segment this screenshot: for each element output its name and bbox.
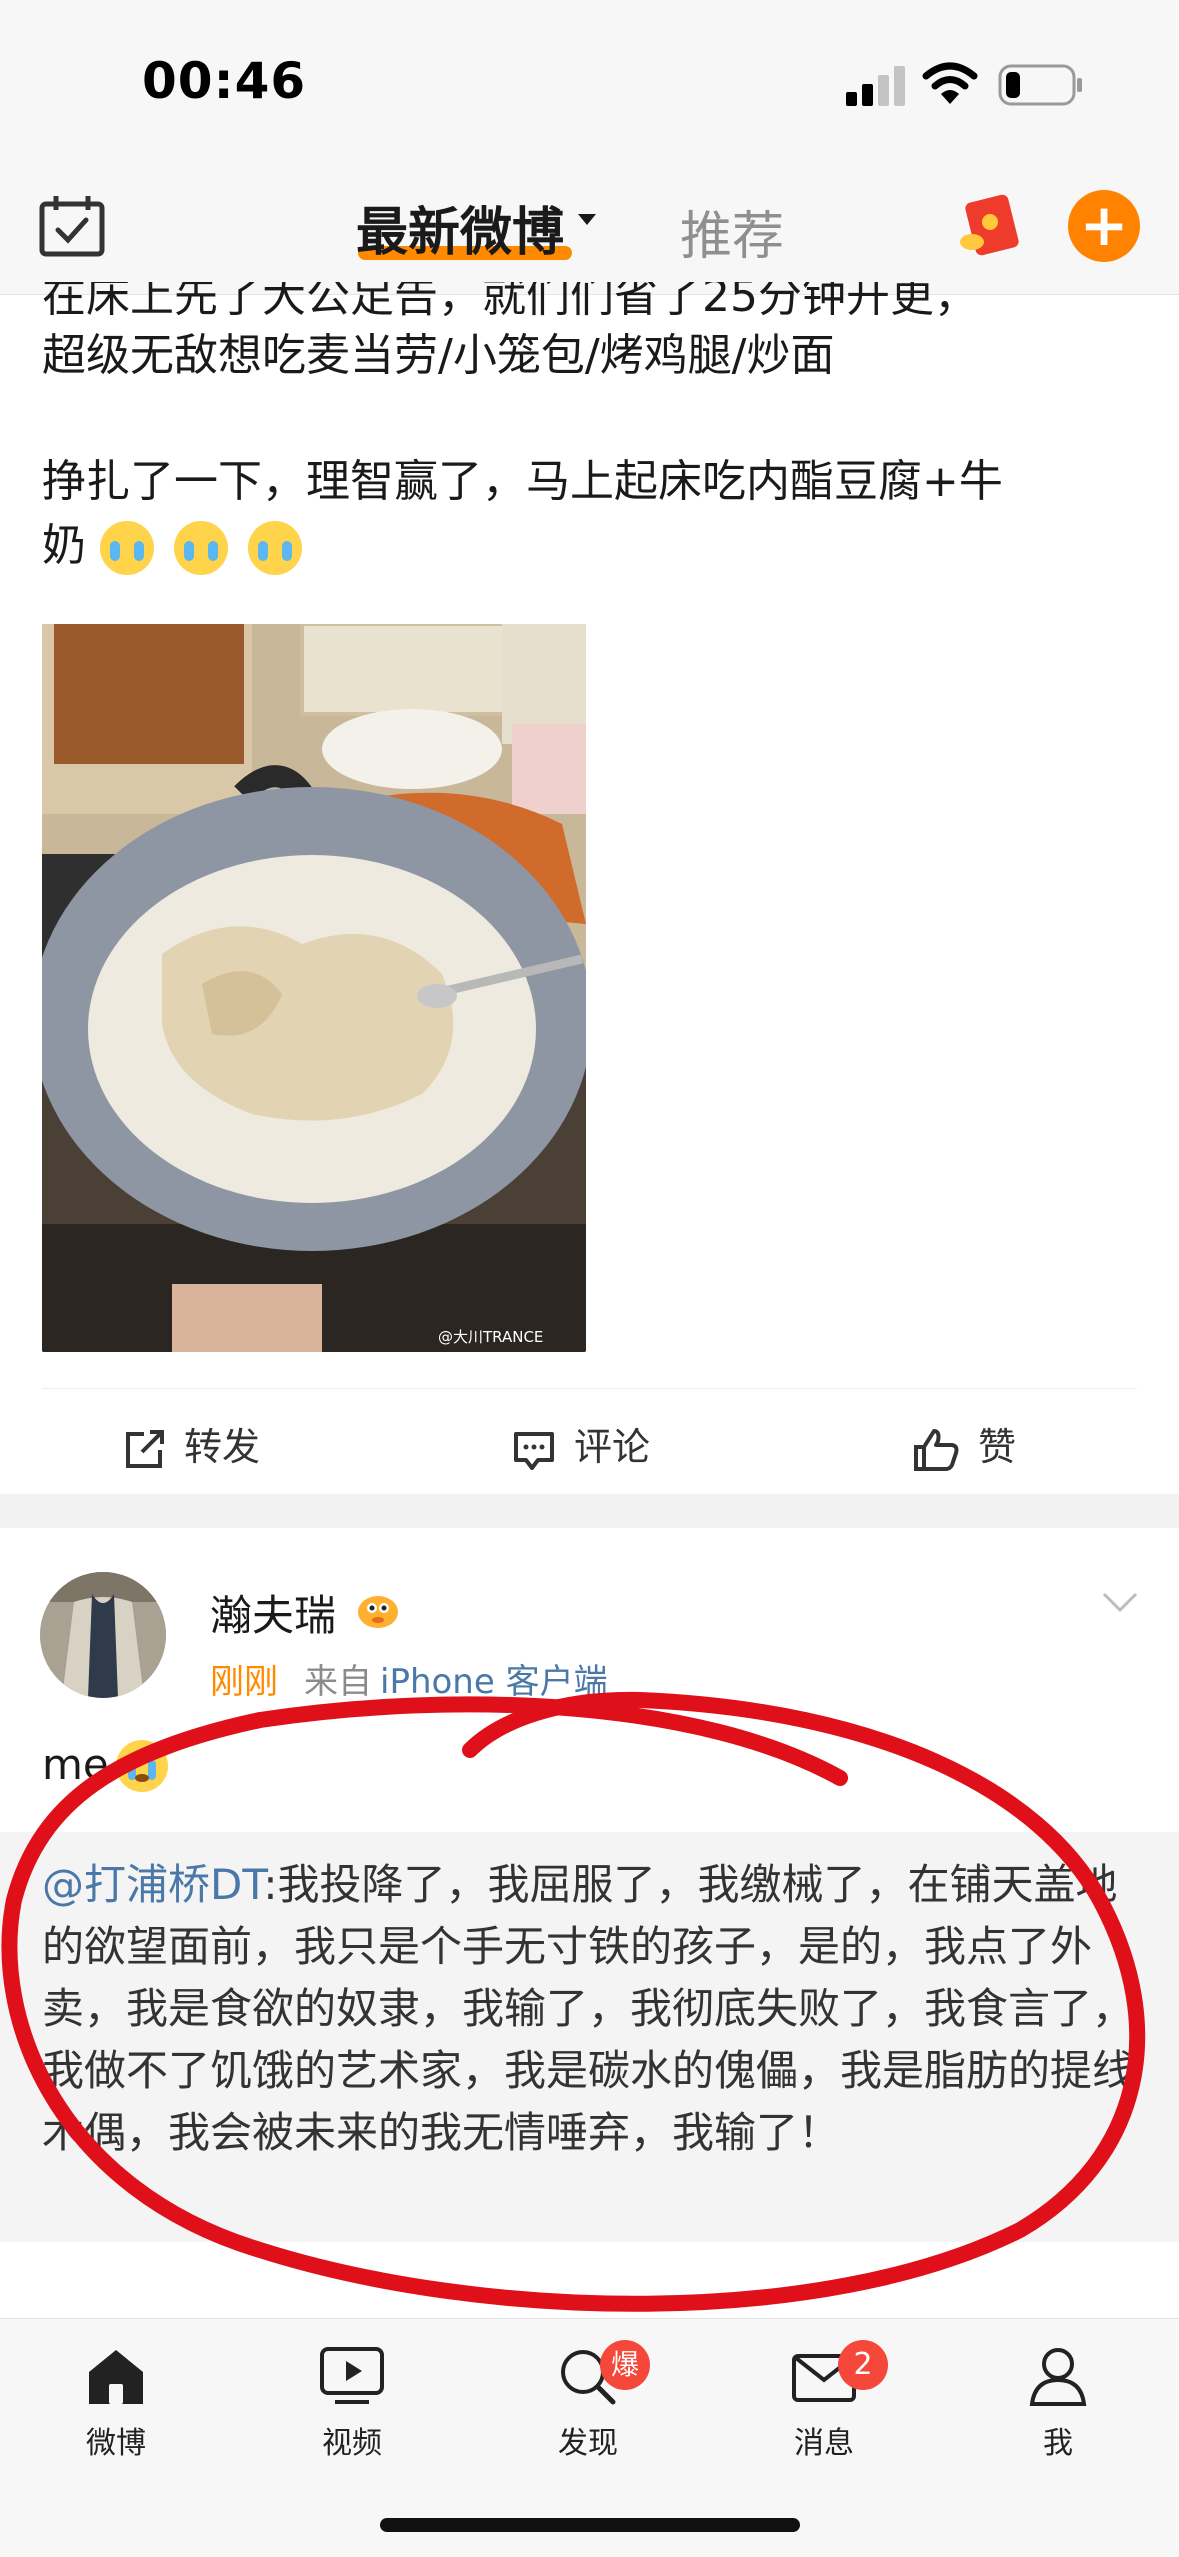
tab-me[interactable]: 我 [998,2346,1118,2462]
status-time: 00:46 [142,52,307,110]
like-button[interactable]: 赞 [912,1416,1016,1473]
mention-link[interactable]: @打浦桥DT [42,1860,263,1909]
repost-icon [126,1429,164,1468]
home-icon [89,2350,143,2404]
comment-label: 评论 [574,1425,651,1469]
like-label: 赞 [978,1425,1017,1469]
comment-icon [514,1431,554,1470]
repost-button[interactable]: 转发 [122,1416,260,1472]
battery-icon [998,64,1082,106]
quoted-post-text: @打浦桥DT:我投降了，我屈服了，我缴械了，在铺天盖地的欲望面前，我只是个手无寸… [42,1854,1142,2164]
caret-down-icon[interactable] [578,214,596,225]
compose-button[interactable]: + [1068,190,1140,262]
tab-me-label: 我 [1043,2426,1073,2461]
post-time: 刚刚 [210,1662,278,1702]
crying-emoji-icon [174,521,228,575]
home-indicator [380,2518,800,2532]
avatar[interactable] [40,1572,166,1698]
tab-discover-label: 发现 [558,2426,618,2461]
tab-messages-label: 消息 [794,2426,854,2461]
signal-icon [846,66,905,106]
chevron-down-icon[interactable] [1100,1590,1140,1614]
thumbs-up-icon [914,1428,959,1471]
repost-label: 转发 [184,1425,261,1469]
profile-icon [1029,2348,1087,2406]
comment-button[interactable]: 评论 [512,1416,650,1472]
crying-emoji-icon [116,1740,168,1792]
hot-badge: 爆 [600,2340,650,2390]
tab-weibo[interactable]: 微博 [56,2346,176,2462]
tab-video[interactable]: 视频 [292,2346,412,2462]
tab-recommend[interactable]: 推荐 [680,194,784,269]
calendar-icon[interactable] [38,194,106,258]
source-device[interactable]: iPhone 客户端 [380,1654,608,1703]
red-packet-icon[interactable] [956,192,1022,258]
tab-weibo-label: 微博 [86,2426,146,2461]
post1-text-line4: 奶 [42,520,86,571]
username[interactable]: 瀚夫瑞 [210,1582,336,1643]
crying-emoji-icon [100,521,154,575]
divider [42,1388,1137,1389]
user-badge-icon [358,1596,398,1628]
message-count-badge: 2 [838,2340,888,2390]
tab-latest[interactable]: 最新微博 [356,190,564,265]
photo-watermark: @大川TRANCE [438,1328,543,1346]
feed-separator [0,1494,1179,1528]
post1-text-line1: 在床上先了大公足告，就们们省了25分钟开更， [42,282,978,322]
tab-video-label: 视频 [322,2426,382,2461]
video-icon [320,2347,384,2404]
post1-text-line3: 挣扎了一下，理智赢了，马上起床吃内酯豆腐+牛 [42,456,1003,507]
post1-text: 在床上先了大公足告，就们们省了25分钟开更， 超级无敌想吃麦当劳/小笼包/烤鸡腿… [42,282,1152,576]
wifi-icon [922,62,978,104]
crying-emoji-icon [248,521,302,575]
post-photo[interactable]: @大川TRANCE [42,624,586,1352]
post2-text: me [42,1740,109,1789]
post1-text-line2: 超级无敌想吃麦当劳/小笼包/烤鸡腿/炒面 [42,330,835,381]
source-label: 来自 [304,1662,372,1702]
